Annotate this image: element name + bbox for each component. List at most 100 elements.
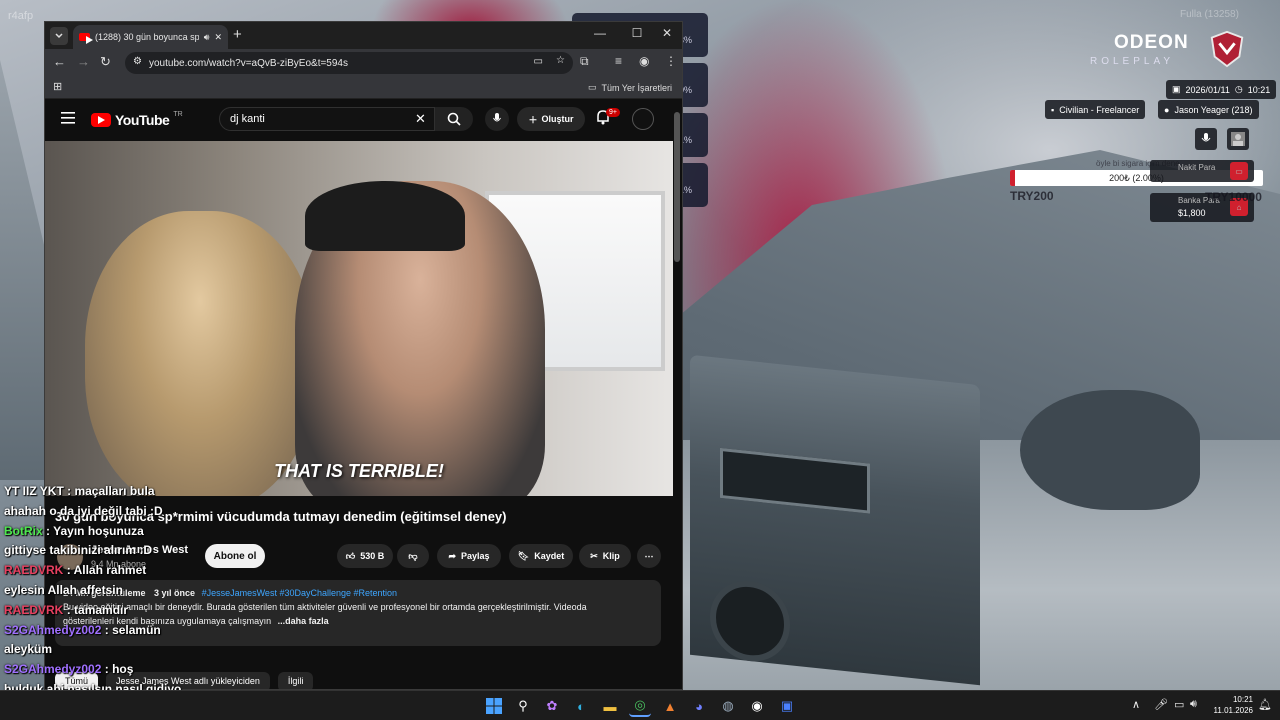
save-button[interactable]: 🔖︎ Kaydet <box>509 544 573 568</box>
hud-faded-player: Fulla (13258) <box>1180 9 1239 20</box>
app-icon[interactable]: ▲ <box>659 695 681 717</box>
site-info-icon[interactable]: ⚙ <box>133 56 142 67</box>
chat-message: gittiyse takibinizi alırım :D <box>4 543 153 558</box>
close-window-button[interactable]: ✕ <box>657 26 677 44</box>
browser-window: (1288) 30 gün boyunca sp* 🔊︎ ✕ + — ☐ ✕ ←… <box>44 21 683 690</box>
steam-icon[interactable]: ◍ <box>717 695 739 717</box>
folder-icon: ▭ <box>587 82 597 92</box>
forward-button[interactable]: → <box>77 54 90 69</box>
apps-grid-icon[interactable]: ⊞ <box>53 80 62 93</box>
account-avatar[interactable] <box>632 108 654 130</box>
voice-search-button[interactable] <box>485 107 509 131</box>
tray-mic-icon[interactable]: 🎤︎ <box>1154 698 1168 711</box>
maximize-button[interactable]: ☐ <box>627 26 647 44</box>
clear-search-icon[interactable]: ✕ <box>415 111 426 127</box>
media-icon[interactable]: ≡ <box>615 54 622 68</box>
taskbar: ⚲ ✿ ◐ ▬ ◎ ▲ ◕ ◍ ◉ ▣ ∧ 🎤︎ ▭ 🔊︎ 10:21 11.0… <box>0 690 1280 720</box>
copilot-icon[interactable]: ✿ <box>541 695 563 717</box>
all-bookmarks-label: Tüm Yer İşaretleri <box>601 82 672 93</box>
hud-try-right: TRY10000 <box>1205 190 1262 204</box>
hud-mic-button[interactable] <box>1195 128 1217 150</box>
video-player[interactable]: THAT IS TERRIBLE! <box>45 141 673 496</box>
reload-button[interactable]: ↻ <box>100 54 111 70</box>
cast-icon[interactable]: ▭ <box>534 56 543 67</box>
search-button[interactable] <box>435 107 473 131</box>
url-text: youtube.com/watch?v=aQvB-ziByEo&t=594s <box>149 57 348 69</box>
server-logo: ODEON ROLEPLAY <box>1090 30 1250 70</box>
chat-message: : Allah rahmet <box>66 563 147 578</box>
tray-volume-icon[interactable]: 🔊︎ <box>1190 698 1197 711</box>
chat-line: RAEDVRK : tamamdır <box>4 603 128 617</box>
more-icon: ⋯ <box>644 550 654 561</box>
create-button[interactable]: ＋ Oluştur <box>517 107 585 131</box>
hud-player: ● Jason Yeager (218) <box>1158 100 1259 119</box>
user-icon: ● <box>1164 104 1170 115</box>
chat-line: eylesin Allah affetsin <box>4 583 123 597</box>
tab-search-button[interactable] <box>50 27 68 45</box>
hashtags[interactable]: #JesseJamesWest #30DayChallenge #Retenti… <box>202 588 397 598</box>
minimize-button[interactable]: — <box>590 26 610 44</box>
show-more-link[interactable]: ...daha fazla <box>278 616 329 626</box>
subscribe-button[interactable]: Abone ol <box>205 544 265 568</box>
chat-line: ahahah o da iyi değil tabi :D <box>4 504 163 518</box>
speaker-icon[interactable]: 🔊︎ <box>204 32 210 43</box>
bookmark-star-icon[interactable]: ☆ <box>556 55 565 66</box>
taskbar-clock[interactable]: 10:21 11.01.2026 <box>1203 694 1253 716</box>
edge-icon[interactable]: ◐ <box>570 695 592 717</box>
all-bookmarks[interactable]: ▭ Tüm Yer İşaretleri <box>588 82 672 93</box>
chat-username: S2GAhmedyz002 <box>4 622 102 637</box>
like-button[interactable]: 👍︎ 530 B <box>337 544 393 568</box>
tray-network-icon[interactable]: ▭ <box>1174 698 1184 711</box>
app-store-icon[interactable]: ▣ <box>776 695 798 717</box>
tray-chevron-icon[interactable]: ∧ <box>1132 698 1140 711</box>
discord-icon[interactable]: ◕ <box>688 695 710 717</box>
avatar-icon <box>1231 132 1245 146</box>
obs-icon[interactable]: ◉ <box>746 695 768 717</box>
chat-username: S2GAhmedyz002 <box>4 662 102 677</box>
youtube-logo-text: YouTube <box>115 112 170 128</box>
youtube-logo[interactable]: YouTube TR <box>91 111 183 128</box>
hud-avatar-button[interactable] <box>1227 128 1249 150</box>
page-scrollbar[interactable] <box>674 112 680 262</box>
search-icon[interactable]: ⚲ <box>512 695 534 717</box>
taskbar-time: 10:21 <box>1232 695 1253 704</box>
upload-age: 3 yıl önce <box>154 588 196 598</box>
dislike-button[interactable]: 👎︎ <box>397 544 429 568</box>
stream-watermark: r4afp <box>8 10 34 22</box>
notification-icon[interactable]: 🔔︎ <box>1258 698 1272 711</box>
chat-message: YT IIZ YKT : maçalları bula <box>4 484 155 498</box>
hud-date: 2026/01/11 <box>1185 84 1230 95</box>
scissors-icon: ✂ <box>590 550 598 561</box>
address-bar[interactable]: ⚙ youtube.com/watch?v=aQvB-ziByEo&t=594s… <box>125 52 573 74</box>
chat-message: ahahah o da iyi değil tabi :D <box>4 503 163 518</box>
search-input[interactable]: dj kanti <box>219 107 435 131</box>
hamburger-menu-icon[interactable] <box>61 112 75 124</box>
new-tab-button[interactable]: + <box>233 26 242 43</box>
chrome-icon[interactable]: ◎ <box>629 695 651 717</box>
chip-related[interactable]: İlgili <box>277 672 314 689</box>
share-button[interactable]: ➦ Paylaş <box>437 544 501 568</box>
more-actions-button[interactable]: ⋯ <box>637 544 661 568</box>
rock <box>1020 390 1200 510</box>
extensions-icon[interactable]: ⧉ <box>580 54 589 69</box>
video-cap <box>305 181 465 251</box>
chat-username: RAEDVRK <box>4 563 64 578</box>
clip-button[interactable]: ✂ Klip <box>579 544 631 568</box>
browser-tab[interactable]: (1288) 30 gün boyunca sp* 🔊︎ ✕ <box>73 25 228 49</box>
close-tab-icon[interactable]: ✕ <box>214 32 222 43</box>
hud-player-label: Jason Yeager (218) <box>1174 104 1253 115</box>
share-icon: ➦ <box>448 550 456 561</box>
like-count: 530 B <box>360 551 385 561</box>
back-button[interactable]: ← <box>53 54 66 69</box>
profile-icon[interactable]: ◉ <box>639 54 649 68</box>
youtube-play-icon <box>91 113 111 127</box>
windows-start-icon[interactable] <box>483 695 505 717</box>
file-explorer-icon[interactable]: ▬ <box>599 695 621 717</box>
thumbs-up-icon: 👍︎ <box>345 550 356 561</box>
clock-icon: ◷ <box>1234 84 1243 94</box>
hud-try-left: TRY200 <box>1010 189 1054 203</box>
plus-icon: ＋ <box>528 114 538 125</box>
hud-time: 10:21 <box>1247 84 1271 95</box>
chat-line: BotRix : Yayın hoşunuza <box>4 524 144 538</box>
menu-icon[interactable]: ⋮ <box>665 54 677 68</box>
